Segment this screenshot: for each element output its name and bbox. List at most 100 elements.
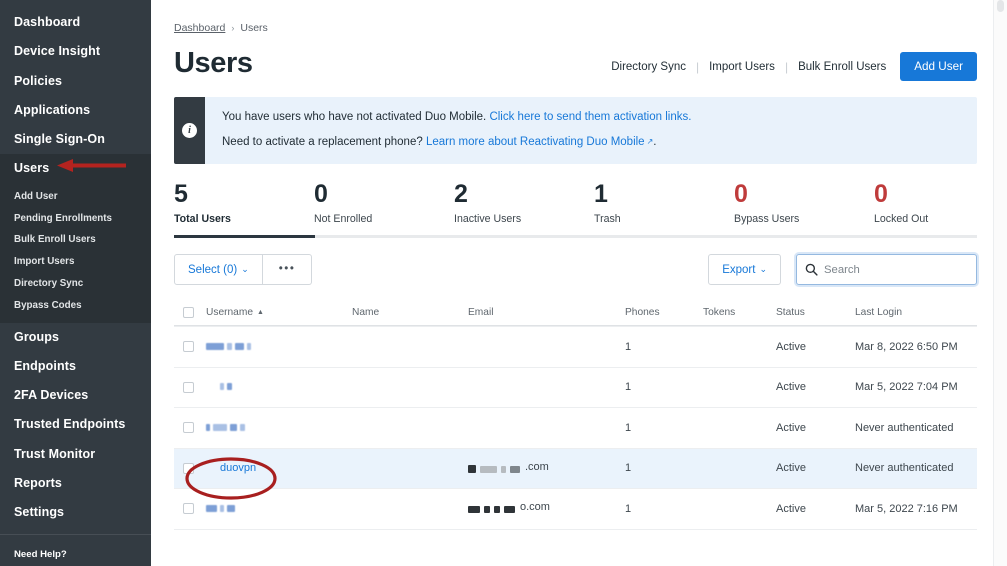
row-checkbox[interactable] [183, 382, 194, 393]
column-header-email[interactable]: Email [468, 307, 625, 318]
row-select-cell[interactable] [174, 503, 206, 514]
cell-phones: 1 [625, 503, 703, 515]
row-checkbox[interactable] [183, 422, 194, 433]
page-scrollbar[interactable] [993, 0, 1007, 566]
export-dropdown-button[interactable]: Export⌄ [708, 254, 781, 285]
search-box[interactable] [796, 254, 977, 285]
cell-phones: 1 [625, 422, 703, 434]
column-header-last-login[interactable]: Last Login [855, 307, 977, 318]
toolbar-right: Export⌄ [708, 254, 977, 285]
cell-phones: 1 [625, 462, 703, 474]
redacted-username [220, 383, 232, 390]
scrollbar-thumb[interactable] [997, 0, 1004, 12]
table-row[interactable]: 1 Active Never authenticated [174, 407, 977, 448]
row-select-cell[interactable] [174, 422, 206, 433]
column-header-name[interactable]: Name [352, 307, 468, 318]
sidebar-item-groups[interactable]: Groups [0, 323, 151, 352]
stat-trash[interactable]: 1 Trash [594, 181, 734, 225]
add-user-button[interactable]: Add User [900, 52, 977, 81]
table-header-row: Username▲ Name Email Phones Tokens Statu… [174, 299, 977, 326]
cell-username[interactable] [206, 422, 352, 434]
column-header-tokens[interactable]: Tokens [703, 307, 776, 318]
sidebar-subitem-pending-enrollments[interactable]: Pending Enrollments [0, 208, 151, 230]
sidebar-subitem-import-users[interactable]: Import Users [0, 251, 151, 273]
sidebar-item-reports[interactable]: Reports [0, 469, 151, 498]
stat-not-enrolled[interactable]: 0 Not Enrolled [314, 181, 454, 225]
column-header-username-label: Username [206, 307, 253, 318]
import-users-link[interactable]: Import Users [709, 61, 775, 73]
send-activation-links-link[interactable]: Click here to send them activation links… [489, 111, 691, 123]
banner-body: You have users who have not activated Du… [205, 97, 691, 164]
sidebar-subitem-bypass-codes[interactable]: Bypass Codes [0, 295, 151, 317]
sidebar-subitem-add-user[interactable]: Add User [0, 186, 151, 208]
row-checkbox[interactable] [183, 463, 194, 474]
breadcrumb-dashboard-link[interactable]: Dashboard [174, 22, 225, 34]
sidebar: Dashboard Device Insight Policies Applic… [0, 0, 151, 566]
sidebar-subitem-directory-sync[interactable]: Directory Sync [0, 273, 151, 295]
column-header-username[interactable]: Username▲ [206, 307, 352, 318]
cell-last-login: Mar 8, 2022 6:50 PM [855, 341, 977, 353]
sidebar-item-policies[interactable]: Policies [0, 67, 151, 96]
stat-inactive-users-label: Inactive Users [454, 213, 594, 225]
email-tld: o.com [520, 501, 550, 513]
cell-status: Active [776, 422, 855, 434]
sidebar-item-2fa-devices[interactable]: 2FA Devices [0, 381, 151, 410]
stat-not-enrolled-label: Not Enrolled [314, 213, 454, 225]
sidebar-item-endpoints[interactable]: Endpoints [0, 352, 151, 381]
chevron-down-icon: ⌄ [241, 255, 249, 284]
users-table: Username▲ Name Email Phones Tokens Statu… [174, 299, 977, 530]
stat-total-users-value: 5 [174, 181, 314, 208]
sidebar-item-device-insight[interactable]: Device Insight [0, 37, 151, 66]
sidebar-item-users[interactable]: Users [0, 154, 151, 183]
row-select-cell[interactable] [174, 463, 206, 474]
stat-not-enrolled-value: 0 [314, 181, 454, 208]
stat-bypass-users[interactable]: 0 Bypass Users [734, 181, 874, 225]
username-duovpn[interactable]: duovpn [220, 462, 256, 474]
table-row[interactable]: o.com 1 Active Mar 5, 2022 7:16 PM [174, 488, 977, 529]
table-row[interactable]: 1 Active Mar 8, 2022 6:50 PM [174, 326, 977, 367]
main-content: Dashboard›Users Users Directory Sync | I… [151, 0, 1007, 566]
cell-status: Active [776, 503, 855, 515]
cell-username[interactable] [206, 381, 352, 393]
breadcrumb-separator-icon: › [231, 23, 234, 33]
stat-bypass-users-label: Bypass Users [734, 213, 874, 225]
stat-total-users[interactable]: 5 Total Users [174, 181, 314, 225]
sidebar-item-dashboard[interactable]: Dashboard [0, 8, 151, 37]
row-checkbox[interactable] [183, 503, 194, 514]
reactivating-duo-mobile-link[interactable]: Learn more about Reactivating Duo Mobile… [426, 136, 653, 148]
header-actions: Directory Sync | Import Users | Bulk Enr… [611, 46, 977, 81]
cell-username[interactable] [206, 341, 352, 353]
sidebar-item-applications[interactable]: Applications [0, 96, 151, 125]
table-row[interactable]: duovpn .com 1 Active Never authenticated [174, 448, 977, 489]
stat-locked-out[interactable]: 0 Locked Out [874, 181, 1007, 225]
search-input[interactable] [824, 256, 964, 283]
bulk-enroll-users-link[interactable]: Bulk Enroll Users [798, 61, 886, 73]
row-select-cell[interactable] [174, 341, 206, 352]
stat-bypass-users-value: 0 [734, 181, 874, 208]
cell-username[interactable] [206, 503, 352, 515]
select-all-checkbox[interactable] [183, 307, 194, 318]
select-all-cell[interactable] [174, 307, 206, 318]
select-dropdown-button[interactable]: Select (0)⌄ [174, 254, 263, 285]
column-header-phones[interactable]: Phones [625, 307, 703, 318]
table-bottom-border [174, 529, 977, 530]
sidebar-item-trust-monitor[interactable]: Trust Monitor [0, 440, 151, 469]
row-checkbox[interactable] [183, 341, 194, 352]
sidebar-item-trusted-endpoints[interactable]: Trusted Endpoints [0, 410, 151, 439]
row-select-cell[interactable] [174, 382, 206, 393]
export-label: Export [722, 264, 755, 276]
cell-status: Active [776, 462, 855, 474]
table-row[interactable]: 1 Active Mar 5, 2022 7:04 PM [174, 367, 977, 408]
cell-username[interactable]: duovpn [206, 462, 352, 474]
column-header-status[interactable]: Status [776, 307, 855, 318]
sidebar-item-single-sign-on[interactable]: Single Sign-On [0, 125, 151, 154]
cell-status: Active [776, 381, 855, 393]
directory-sync-link[interactable]: Directory Sync [611, 61, 686, 73]
banner-icon-strip: i [174, 97, 205, 164]
more-actions-button[interactable]: ••• [263, 254, 313, 285]
sidebar-item-settings[interactable]: Settings [0, 498, 151, 527]
redacted-username [206, 343, 251, 350]
sidebar-subitem-bulk-enroll-users[interactable]: Bulk Enroll Users [0, 229, 151, 251]
stat-inactive-users[interactable]: 2 Inactive Users [454, 181, 594, 225]
action-separator-1: | [696, 60, 699, 74]
